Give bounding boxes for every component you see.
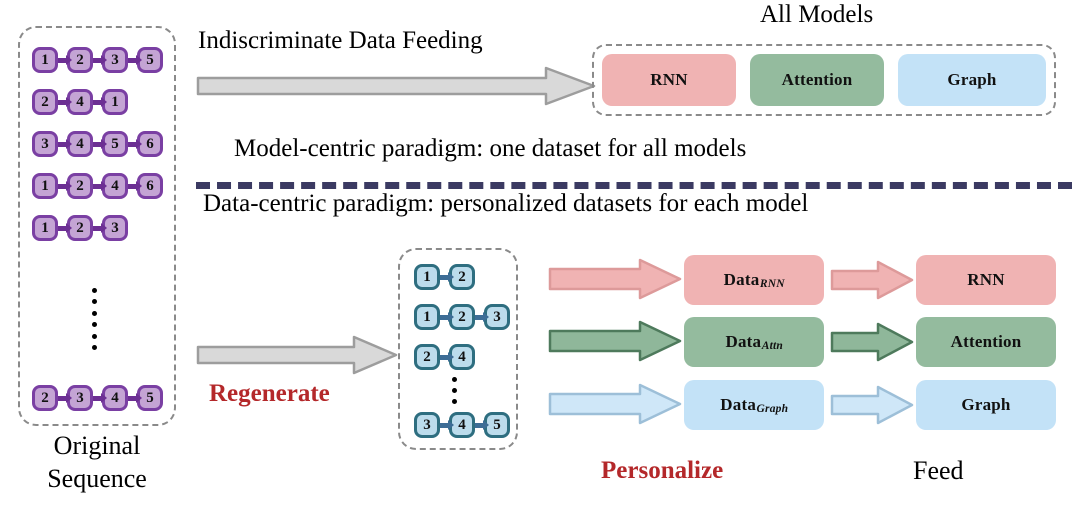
sequence-link-arrow-icon [440,274,449,280]
data-centric-paradigm-label: Data-centric paradigm: personalized data… [203,190,809,217]
sequence-link-arrow-icon [93,57,102,63]
indiscriminate-feeding-arrow [196,66,596,106]
sequence-row: 2345 [32,383,163,413]
sequence-row: 123 [32,213,128,243]
feed-arrow-graph [830,385,914,425]
sequence-node: 1 [32,215,58,241]
model-chip-rnn: RNN [916,255,1056,305]
sequence-link-arrow-icon [440,422,449,428]
sequence-node: 3 [414,412,440,438]
all-models-title: All Models [760,1,874,28]
sequence-link-arrow-icon [128,57,137,63]
feed-arrow-attn [830,322,914,362]
personalize-arrow-graph [548,383,682,425]
model-chip-attn: Attention [916,317,1056,367]
sequence-row: 1246 [32,171,163,201]
chip-sublabel: Graph [756,403,789,415]
sequence-link-arrow-icon [58,183,67,189]
sequence-link-arrow-icon [93,99,102,105]
sequence-node: 2 [32,385,58,411]
sequence-link-arrow-icon [93,141,102,147]
sequence-link-arrow-icon [475,314,484,320]
sequence-link-arrow-icon [58,141,67,147]
sequence-link-arrow-icon [128,141,137,147]
personalize-arrow-attn [548,320,682,362]
chip-sublabel: Attn [761,340,783,352]
sequence-node: 1 [414,304,440,330]
paradigm-divider [196,182,1072,189]
sequence-link-arrow-icon [93,395,102,401]
personalize-arrow-rnn [548,258,682,300]
sequence-node: 3 [32,131,58,157]
sequence-row: 241 [32,87,128,117]
vertical-ellipsis-icon [92,288,97,350]
sequence-link-arrow-icon [475,422,484,428]
data-chip-graph: Data Graph [684,380,824,430]
chip-label: Data [725,332,762,351]
sequence-node: 1 [32,173,58,199]
indiscriminate-data-feeding-label: Indiscriminate Data Feeding [198,27,483,54]
sequence-row: 123 [414,302,510,332]
sequence-link-arrow-icon [58,225,67,231]
data-chip-rnn: Data RNN [684,255,824,305]
sequence-link-arrow-icon [128,183,137,189]
sequence-node: 2 [414,344,440,370]
chip-label: Data [723,270,760,289]
sequence-row: 24 [414,342,475,372]
sequence-link-arrow-icon [440,314,449,320]
chip-label: Data [720,395,757,414]
sequence-link-arrow-icon [93,225,102,231]
chip-sublabel: RNN [759,278,785,290]
feed-label: Feed [913,456,964,485]
model-centric-paradigm-label: Model-centric paradigm: one dataset for … [234,135,747,162]
regenerate-arrow [196,335,398,375]
all-models-chip-rnn: RNN [602,54,736,106]
sequence-link-arrow-icon [93,183,102,189]
sequence-row: 345 [414,410,510,440]
sequence-row: 1235 [32,45,163,75]
sequence-row: 3456 [32,129,163,159]
sequence-link-arrow-icon [440,354,449,360]
feed-arrow-rnn [830,260,914,300]
sequence-link-arrow-icon [128,395,137,401]
model-chip-graph: Graph [916,380,1056,430]
data-chip-attn: Data Attn [684,317,824,367]
sequence-link-arrow-icon [58,99,67,105]
sequence-node: 1 [32,47,58,73]
sequence-link-arrow-icon [58,395,67,401]
sequence-row: 12 [414,262,475,292]
sequence-node: 1 [414,264,440,290]
original-sequence-caption-line1: Original [53,431,141,460]
original-sequence-caption-line2: Sequence [47,464,147,493]
personalize-label: Personalize [601,457,724,484]
sequence-link-arrow-icon [58,57,67,63]
all-models-chip-graph: Graph [898,54,1046,106]
sequence-node: 2 [32,89,58,115]
regenerate-label: Regenerate [209,380,330,407]
all-models-chip-attn: Attention [750,54,884,106]
vertical-ellipsis-icon [452,377,457,404]
